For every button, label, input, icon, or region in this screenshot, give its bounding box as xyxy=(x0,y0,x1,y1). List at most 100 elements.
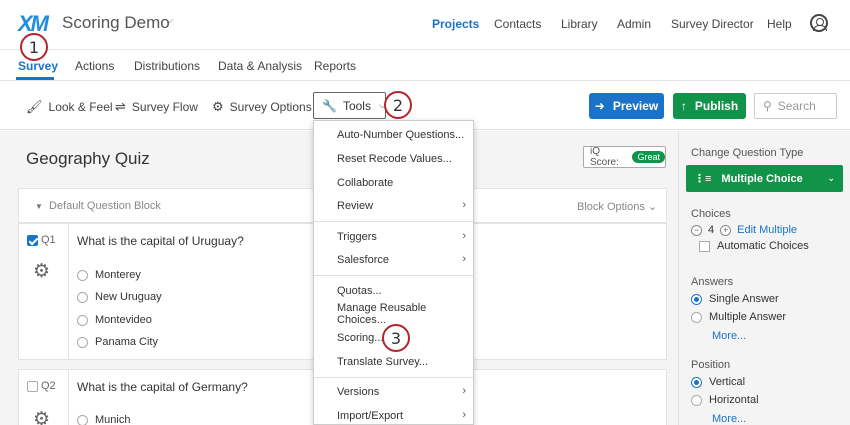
radio-selected-icon[interactable] xyxy=(691,376,702,388)
menu-item-translate[interactable]: Translate Survey... xyxy=(314,351,473,373)
horizontal-option[interactable]: Horizontal xyxy=(691,394,759,406)
tab-survey[interactable]: Survey xyxy=(18,59,58,73)
menu-item-label: Translate Survey... xyxy=(337,356,429,368)
gear-icon: ⚙ xyxy=(212,99,224,114)
gear-icon[interactable]: ⚙ xyxy=(33,408,50,425)
horizontal-label: Horizontal xyxy=(709,394,759,406)
survey-title[interactable]: Geography Quiz xyxy=(26,149,150,169)
publish-button[interactable]: ↑ Publish xyxy=(673,93,746,119)
tab-reports[interactable]: Reports xyxy=(314,59,356,73)
top-navigation-bar: XM Scoring Demo ⌵ Projects Contacts Libr… xyxy=(0,0,850,50)
radio-icon[interactable] xyxy=(691,394,702,406)
menu-item-collaborate[interactable]: Collaborate xyxy=(314,172,473,194)
publish-icon: ↑ xyxy=(680,99,687,113)
edit-multiple-link[interactable]: Edit Multiple xyxy=(737,224,797,236)
question-text[interactable]: What is the capital of Germany? xyxy=(77,380,248,394)
tab-data-analysis[interactable]: Data & Analysis xyxy=(218,59,302,73)
step-callout-3: 3 xyxy=(382,324,410,352)
preview-button[interactable]: ➜ Preview xyxy=(589,93,664,119)
question-type-dropdown[interactable]: ⋮≡ Multiple Choice ⌄ xyxy=(686,165,843,192)
menu-item-review[interactable]: Review › xyxy=(314,195,473,217)
menu-item-salesforce[interactable]: Salesforce › xyxy=(314,249,473,271)
choice-item[interactable]: Panama City xyxy=(77,336,158,348)
block-options-button[interactable]: Block Options ⌄ xyxy=(577,200,657,213)
survey-subtabs: Survey Actions Distributions Data & Anal… xyxy=(0,51,850,81)
menu-divider xyxy=(314,221,473,222)
question-type-value: Multiple Choice xyxy=(721,172,803,185)
radio-icon xyxy=(77,336,88,348)
single-answer-option[interactable]: Single Answer xyxy=(691,293,779,305)
automatic-choices-label: Automatic Choices xyxy=(717,240,809,252)
choice-item[interactable]: New Uruguay xyxy=(77,291,162,303)
radio-icon[interactable] xyxy=(691,311,702,323)
question-number: Q2 xyxy=(41,380,56,392)
nav-contacts[interactable]: Contacts xyxy=(494,17,541,31)
flow-icon: ⇌ xyxy=(115,99,126,114)
look-feel-button[interactable]: 🖌 Look & Feel xyxy=(26,99,113,115)
menu-item-auto-number[interactable]: Auto-Number Questions... xyxy=(314,124,473,146)
preview-label: Preview xyxy=(612,99,659,113)
chevron-right-icon: › xyxy=(462,253,466,265)
multiple-answer-option[interactable]: Multiple Answer xyxy=(691,311,786,323)
position-more-link[interactable]: More... xyxy=(712,413,746,425)
vertical-option[interactable]: Vertical xyxy=(691,376,745,388)
wrench-icon: 🔧 xyxy=(322,98,337,113)
choices-count[interactable]: 4 xyxy=(708,224,714,236)
survey-options-button[interactable]: ⚙ Survey Options xyxy=(212,99,312,115)
nav-library[interactable]: Library xyxy=(561,17,598,31)
gear-icon[interactable]: ⚙ xyxy=(33,260,50,283)
menu-item-label: Triggers xyxy=(337,231,377,243)
question-text[interactable]: What is the capital of Uruguay? xyxy=(77,234,244,248)
nav-admin[interactable]: Admin xyxy=(617,17,651,31)
tools-button[interactable]: 🔧 Tools ⌵ xyxy=(313,92,386,119)
iq-score-label: iQ Score: xyxy=(590,146,619,168)
question-select-checkbox[interactable] xyxy=(27,235,38,246)
choices-stepper: − 4 + Edit Multiple xyxy=(691,224,797,236)
search-input[interactable]: ⚲ Search xyxy=(754,93,837,119)
publish-label: Publish xyxy=(694,99,739,113)
radio-selected-icon[interactable] xyxy=(691,293,702,305)
chevron-down-icon[interactable]: ⌵ xyxy=(166,15,174,26)
checkbox[interactable] xyxy=(699,240,710,252)
nav-projects[interactable]: Projects xyxy=(432,17,479,31)
question-number: Q1 xyxy=(41,234,56,246)
menu-item-quotas[interactable]: Quotas... xyxy=(314,280,473,302)
answers-more-link[interactable]: More... xyxy=(712,330,746,342)
increment-button[interactable]: + xyxy=(720,224,732,236)
iq-score-badge[interactable]: iQ Score: Great xyxy=(583,146,666,168)
project-title[interactable]: Scoring Demo xyxy=(62,13,170,33)
automatic-choices-option[interactable]: Automatic Choices xyxy=(699,240,809,252)
collapse-caret-icon[interactable]: ▼ xyxy=(35,202,43,211)
list-icon: ⋮≡ xyxy=(694,173,712,185)
block-title[interactable]: Default Question Block xyxy=(49,200,161,212)
radio-icon xyxy=(77,414,88,425)
menu-item-label: Scoring... xyxy=(337,332,384,344)
menu-item-reset-recode[interactable]: Reset Recode Values... xyxy=(314,148,473,170)
menu-item-versions[interactable]: Versions › xyxy=(314,381,473,403)
menu-item-triggers[interactable]: Triggers › xyxy=(314,226,473,248)
choice-item[interactable]: Montevideo xyxy=(77,314,152,326)
decrement-button[interactable]: − xyxy=(691,224,702,236)
tab-actions[interactable]: Actions xyxy=(75,59,114,73)
nav-survey-director[interactable]: Survey Director xyxy=(671,17,754,31)
survey-flow-button[interactable]: ⇌ Survey Flow xyxy=(115,99,198,115)
chevron-right-icon: › xyxy=(462,199,466,211)
menu-item-label: Versions xyxy=(337,386,380,398)
step-callout-1: 1 xyxy=(20,33,48,61)
step-callout-2: 2 xyxy=(384,91,412,119)
chevron-right-icon: › xyxy=(462,409,466,421)
choice-item[interactable]: Monterey xyxy=(77,269,141,281)
menu-item-reusable-choices[interactable]: Manage Reusable Choices... xyxy=(314,302,473,326)
menu-item-label: Collaborate xyxy=(337,177,394,189)
user-account-icon[interactable] xyxy=(810,14,828,32)
position-label: Position xyxy=(691,359,731,371)
tab-distributions[interactable]: Distributions xyxy=(134,59,200,73)
question-select-checkbox[interactable] xyxy=(27,381,38,392)
question-settings-panel: Change Question Type ⋮≡ Multiple Choice … xyxy=(678,131,850,425)
block-options-label: Block Options xyxy=(577,201,645,213)
menu-item-import-export[interactable]: Import/Export › xyxy=(314,405,473,425)
choice-item[interactable]: Munich xyxy=(77,414,130,425)
nav-help[interactable]: Help xyxy=(767,17,792,31)
menu-item-label: Manage Reusable Choices... xyxy=(337,302,427,326)
search-icon: ⚲ xyxy=(763,99,772,113)
